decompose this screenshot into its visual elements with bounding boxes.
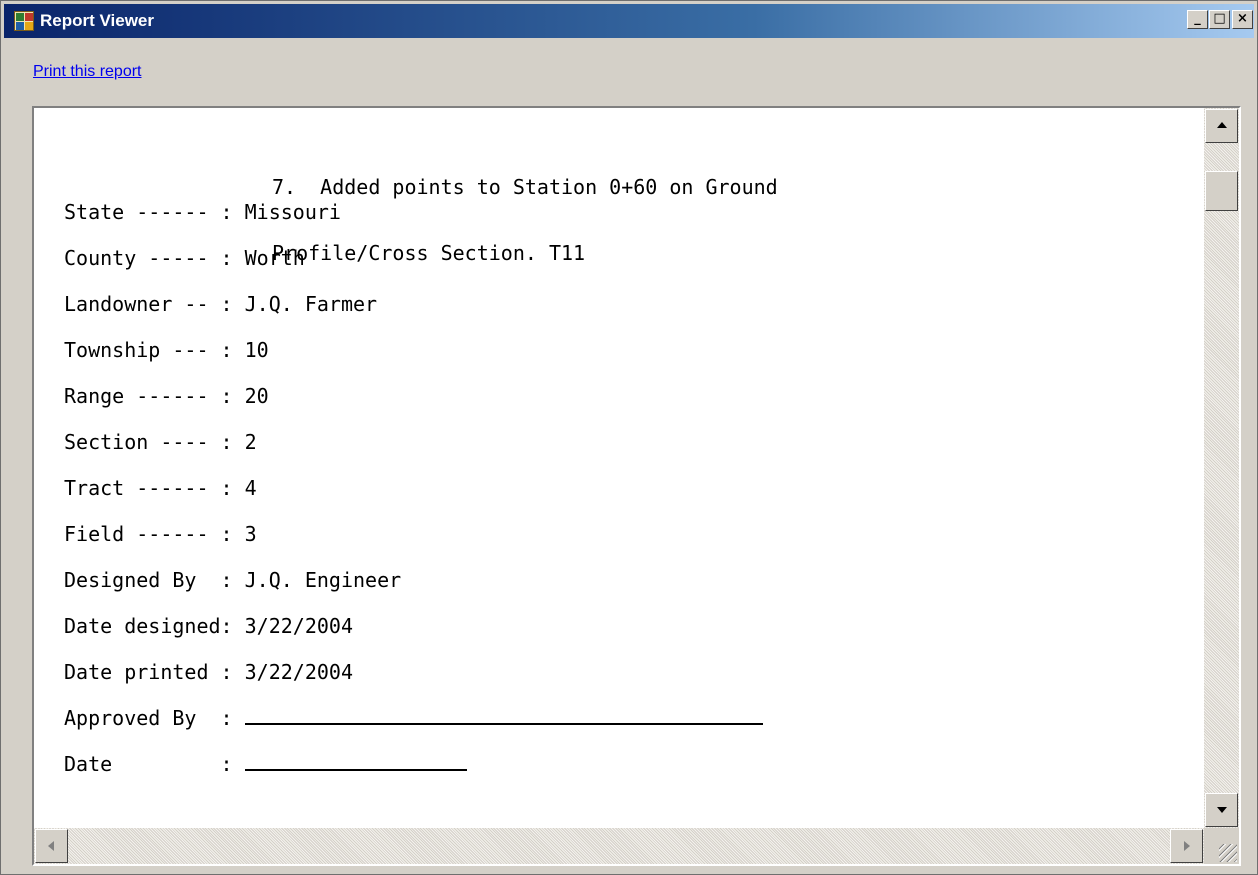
field-value: 10 (244, 338, 269, 362)
field-label: Landowner -- : (64, 292, 245, 316)
field-row-date-printed: Date printed : 3/22/2004 (64, 659, 353, 685)
approved-by-signature-line (244, 707, 763, 725)
field-value: Worth (244, 246, 305, 270)
arrow-up-icon (1217, 122, 1227, 128)
field-row-tract: Tract ------ : 4 (64, 475, 257, 501)
print-report-link[interactable]: Print this report (33, 63, 141, 81)
field-row-date-designed: Date designed: 3/22/2004 (64, 613, 353, 639)
field-value: J.Q. Engineer (244, 568, 402, 592)
field-value: 3/22/2004 (244, 660, 353, 684)
field-row-state: State ------ : Missouri (64, 199, 341, 225)
field-row-designed-by: Designed By : J.Q. Engineer (64, 567, 401, 593)
close-button[interactable]: × (1232, 10, 1253, 29)
report-note-line-1: 7. Added points to Station 0+60 on Groun… (272, 175, 778, 199)
field-value: 2 (244, 430, 257, 454)
scrollbar-corner (1204, 828, 1239, 864)
field-row-township: Township --- : 10 (64, 337, 269, 363)
report-note: 7. Added points to Station 0+60 on Groun… (272, 132, 778, 308)
report-viewer-window: Report Viewer _ □ × Print this report 7.… (0, 0, 1258, 875)
field-row-county: County ----- : Worth (64, 245, 305, 271)
field-value: Missouri (244, 200, 341, 224)
vertical-scroll-thumb[interactable] (1205, 171, 1238, 211)
field-label: Designed By : (64, 568, 245, 592)
field-label: Tract ------ : (64, 476, 245, 500)
scroll-right-button[interactable] (1170, 829, 1203, 863)
field-label: Date printed : (64, 660, 245, 684)
scroll-down-button[interactable] (1205, 793, 1238, 827)
field-row-approved-by: Approved By : (64, 705, 763, 731)
minimize-button[interactable]: _ (1187, 10, 1208, 29)
arrow-down-icon (1217, 807, 1227, 813)
field-label: Township --- : (64, 338, 245, 362)
resize-grip-icon[interactable] (1219, 844, 1237, 862)
field-label: Approved By : (64, 706, 245, 730)
field-label: Section ---- : (64, 430, 245, 454)
scroll-left-button[interactable] (35, 829, 68, 863)
vertical-scrollbar[interactable] (1204, 108, 1239, 828)
window-title: Report Viewer (40, 11, 155, 30)
field-label: Range ------ : (64, 384, 245, 408)
field-row-section: Section ---- : 2 (64, 429, 257, 455)
field-value: 3/22/2004 (244, 614, 353, 638)
scroll-up-button[interactable] (1205, 109, 1238, 143)
field-value: 3 (244, 522, 257, 546)
arrow-left-icon (48, 841, 54, 851)
report-note-line-2: Profile/Cross Section. T11 (272, 241, 586, 265)
title-bar[interactable]: Report Viewer _ □ × (4, 4, 1254, 38)
field-value: J.Q. Farmer (244, 292, 378, 316)
field-row-field: Field ------ : 3 (64, 521, 257, 547)
horizontal-scrollbar[interactable] (34, 828, 1204, 864)
field-row-range: Range ------ : 20 (64, 383, 269, 409)
field-value: 4 (244, 476, 257, 500)
field-label: County ----- : (64, 246, 245, 270)
arrow-right-icon (1184, 841, 1190, 851)
date-signature-line (244, 753, 467, 771)
field-row-date: Date : (64, 751, 467, 777)
field-label: Date designed: (64, 614, 245, 638)
field-value: 20 (244, 384, 269, 408)
report-viewer-pane: 7. Added points to Station 0+60 on Groun… (32, 106, 1241, 866)
maximize-button[interactable]: □ (1209, 10, 1230, 29)
field-label: State ------ : (64, 200, 245, 224)
app-logo-icon (14, 11, 34, 31)
report-content: 7. Added points to Station 0+60 on Groun… (34, 108, 1204, 828)
field-label: Field ------ : (64, 522, 245, 546)
field-row-landowner: Landowner -- : J.Q. Farmer (64, 291, 377, 317)
field-label: Date : (64, 752, 245, 776)
